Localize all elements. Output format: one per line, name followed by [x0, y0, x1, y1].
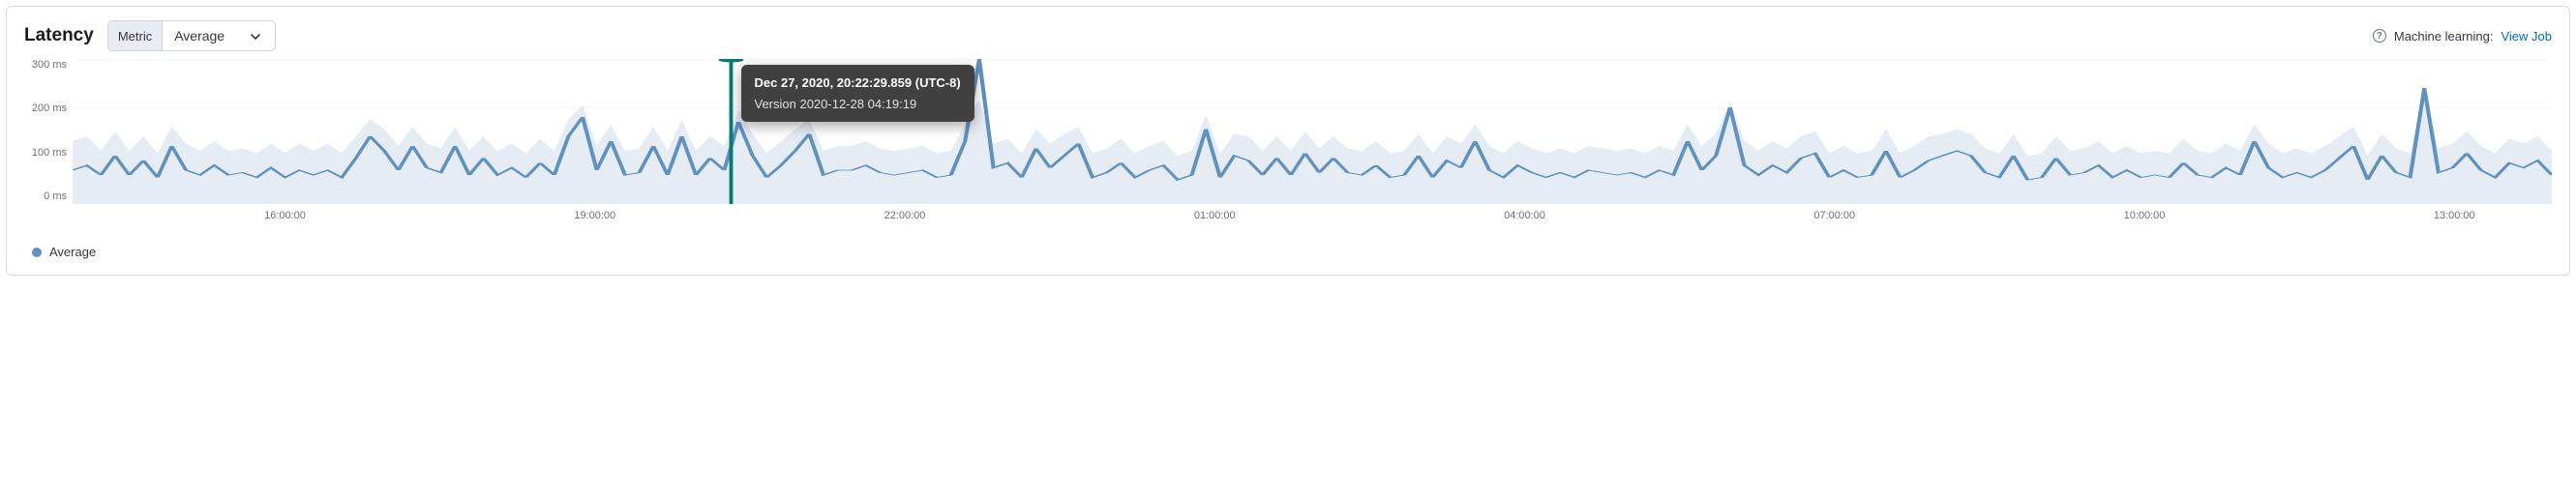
- view-job-link[interactable]: View Job: [2501, 29, 2552, 44]
- header-right: ? Machine learning: View Job: [2373, 29, 2552, 44]
- help-icon[interactable]: ?: [2373, 29, 2386, 43]
- metric-select-value-text: Average: [174, 28, 225, 44]
- plot-area[interactable]: Dec 27, 2020, 20:22:29.859 (UTC-8) Versi…: [73, 59, 2552, 204]
- header-left: Latency Metric Average: [24, 20, 276, 51]
- x-tick: 10:00:00: [2124, 210, 2166, 221]
- chevron-down-icon: [250, 30, 261, 42]
- x-tick: 13:00:00: [2434, 210, 2475, 221]
- y-tick: 300 ms: [32, 59, 67, 71]
- x-tick: 22:00:00: [884, 210, 926, 221]
- metric-select[interactable]: Metric Average: [107, 20, 276, 51]
- latency-panel: Latency Metric Average ? Machine learnin…: [6, 6, 2570, 276]
- legend: Average: [32, 245, 2552, 259]
- legend-dot-icon: [32, 248, 42, 257]
- x-tick: 16:00:00: [264, 210, 306, 221]
- plot-svg: [73, 59, 2552, 204]
- x-tick: 01:00:00: [1194, 210, 1236, 221]
- legend-label: Average: [49, 245, 96, 259]
- x-tick: 04:00:00: [1504, 210, 1545, 221]
- metric-select-value[interactable]: Average: [163, 21, 275, 50]
- y-tick: 100 ms: [32, 147, 67, 159]
- y-axis: 300 ms 200 ms 100 ms 0 ms: [24, 59, 73, 204]
- y-tick: 200 ms: [32, 102, 67, 114]
- chart-area[interactable]: 300 ms 200 ms 100 ms 0 ms Dec 27, 2020, 20:…: [24, 59, 2552, 204]
- ml-label: Machine learning:: [2394, 29, 2494, 44]
- panel-title: Latency: [24, 25, 94, 46]
- y-tick: 0 ms: [44, 190, 67, 202]
- x-axis: 16:00:00 19:00:00 22:00:00 01:00:00 04:00:00…: [78, 210, 2552, 223]
- x-tick: 07:00:00: [1813, 210, 1855, 221]
- x-tick: 19:00:00: [574, 210, 615, 221]
- panel-header: Latency Metric Average ? Machine learnin…: [24, 20, 2552, 51]
- metric-select-label: Metric: [108, 21, 163, 50]
